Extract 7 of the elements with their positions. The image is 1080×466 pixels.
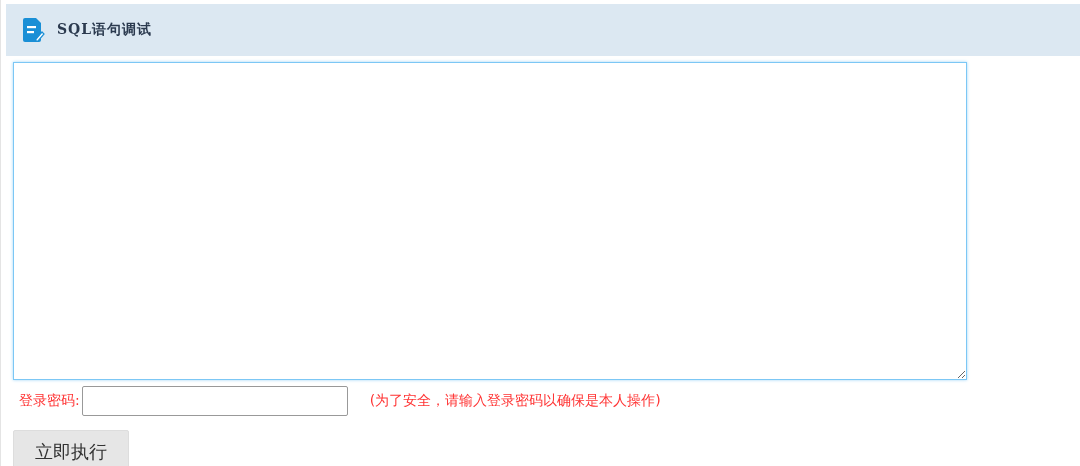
panel-title: SQL语句调试 bbox=[57, 21, 153, 39]
sql-input-field[interactable] bbox=[13, 62, 967, 380]
execute-button[interactable]: 立即执行 bbox=[13, 430, 129, 466]
security-hint: (为了安全，请输入登录密码以确保是本人操作) bbox=[369, 392, 661, 410]
document-edit-icon bbox=[23, 17, 45, 43]
password-field[interactable] bbox=[81, 386, 348, 416]
password-label: 登录密码: bbox=[19, 392, 80, 410]
